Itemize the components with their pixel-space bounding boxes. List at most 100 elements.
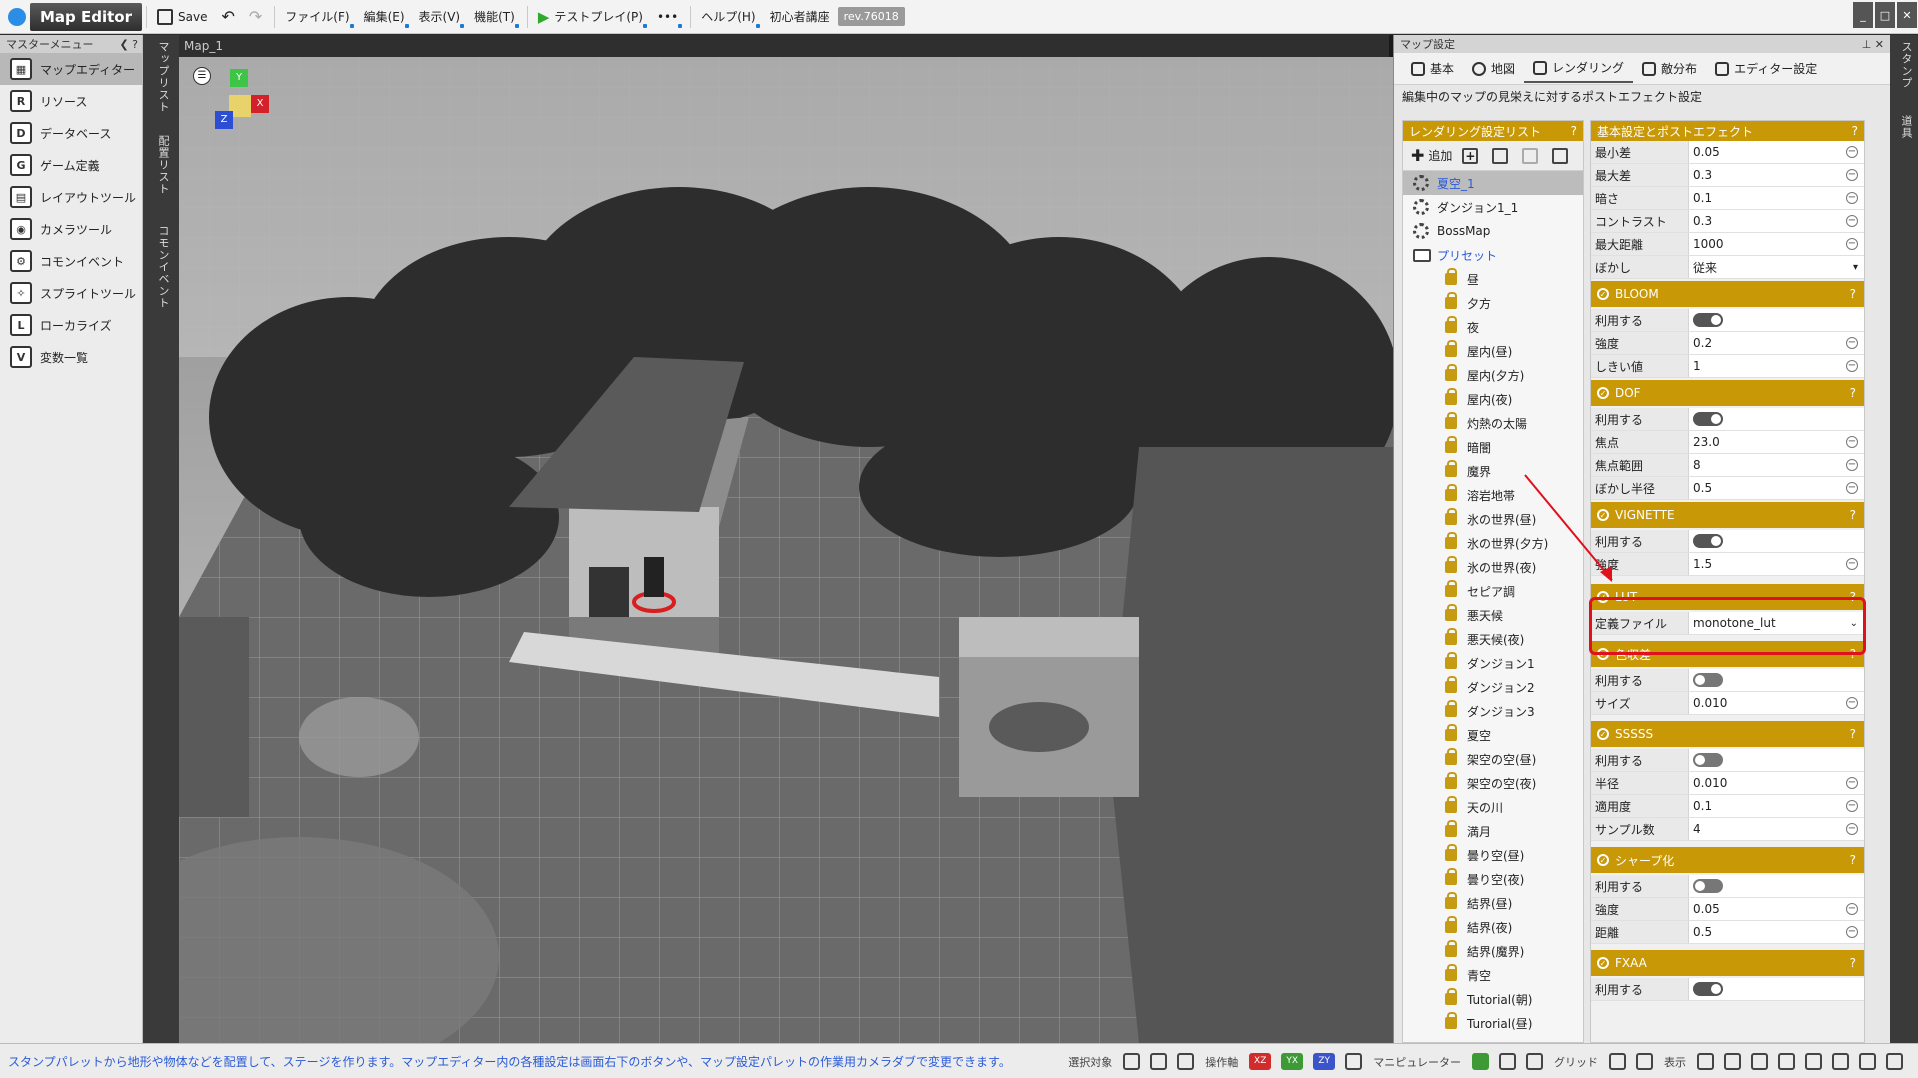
reset-icon[interactable]: − <box>1846 823 1858 835</box>
preset-item[interactable]: 暗闇 <box>1403 435 1583 459</box>
preset-item[interactable]: Turorial(昼) <box>1403 1011 1583 1035</box>
beginner-button[interactable]: 初心者講座 <box>764 4 836 30</box>
preset-item[interactable]: 悪天候(夜) <box>1403 627 1583 651</box>
preset-item[interactable]: 氷の世界(夜) <box>1403 555 1583 579</box>
preset-item[interactable]: 結界(昼) <box>1403 891 1583 915</box>
menu-item-camera-tool[interactable]: ◉ カメラツール <box>0 213 142 245</box>
display-grid-icon[interactable] <box>1697 1053 1714 1070</box>
help-icon[interactable]: ? <box>1850 647 1856 661</box>
preset-item[interactable]: 夜 <box>1403 315 1583 339</box>
prop-value[interactable]: 8 <box>1693 458 1701 472</box>
prop-dof-focus[interactable]: 焦点 23.0 − <box>1591 431 1864 454</box>
section-sharpen[interactable]: ✓ シャープ化? <box>1591 847 1864 873</box>
preset-item[interactable]: 屋内(夜) <box>1403 387 1583 411</box>
help-icon[interactable]: ? <box>1852 124 1858 138</box>
dof-toggle[interactable] <box>1693 412 1723 426</box>
new-item-button[interactable]: + <box>1462 145 1482 167</box>
preset-item[interactable]: 結界(魔界) <box>1403 939 1583 963</box>
prop-dof-radius[interactable]: ぼかし半径 0.5 − <box>1591 477 1864 500</box>
paste-button[interactable] <box>1522 145 1542 167</box>
help-icon[interactable]: ? <box>1850 853 1856 867</box>
menu-view[interactable]: 表示(V) <box>413 4 467 30</box>
preset-item[interactable]: 悪天候 <box>1403 603 1583 627</box>
prop-bloom-threshold[interactable]: しきい値 1 − <box>1591 355 1864 378</box>
prop-contrast[interactable]: コントラスト 0.3 − <box>1591 210 1864 233</box>
lut-file-select[interactable]: monotone_lut ⌄ <box>1693 616 1858 630</box>
section-chromatic-aberration[interactable]: ✓ 色収差? <box>1591 641 1864 667</box>
tab-editor-settings[interactable]: エディター設定 <box>1706 55 1826 83</box>
menu-file[interactable]: ファイル(F) <box>279 4 355 30</box>
axis-zy-button[interactable]: ZY <box>1313 1053 1336 1070</box>
preset-item[interactable]: 満月 <box>1403 819 1583 843</box>
preset-item[interactable]: 氷の世界(夕方) <box>1403 531 1583 555</box>
scene-view[interactable]: ☰ Y Z X <box>179 57 1393 1043</box>
list-item-natsuzora-1[interactable]: 夏空_1 <box>1403 171 1583 195</box>
menu-item-database[interactable]: D データベース <box>0 117 142 149</box>
prop-bloom-intensity[interactable]: 強度 0.2 − <box>1591 332 1864 355</box>
help-icon[interactable]: ? <box>1850 727 1856 741</box>
preset-item[interactable]: 屋内(夕方) <box>1403 363 1583 387</box>
more-button[interactable]: ••• <box>651 4 684 30</box>
close-button[interactable]: ✕ <box>1897 2 1917 28</box>
reset-icon[interactable]: − <box>1846 697 1858 709</box>
display-light-icon[interactable] <box>1751 1053 1768 1070</box>
preset-item[interactable]: セピア調 <box>1403 579 1583 603</box>
menu-item-variables[interactable]: V 変数一覧 <box>0 341 142 373</box>
section-bloom[interactable]: ✓ BLOOM? <box>1591 281 1864 307</box>
prop-value[interactable]: 1.5 <box>1693 557 1712 571</box>
bloom-toggle[interactable] <box>1693 313 1723 327</box>
help-icon[interactable]: ? <box>1850 386 1856 400</box>
dropdown-icon[interactable]: ▾ <box>1853 262 1858 273</box>
select-tile-icon[interactable] <box>1123 1053 1141 1070</box>
reset-icon[interactable]: − <box>1846 777 1858 789</box>
preset-item[interactable]: 氷の世界(昼) <box>1403 507 1583 531</box>
help-icon[interactable]: ? <box>1850 590 1856 604</box>
reset-icon[interactable]: − <box>1846 558 1858 570</box>
menu-item-localize[interactable]: L ローカライズ <box>0 309 142 341</box>
preset-item[interactable]: ダンジョン3 <box>1403 699 1583 723</box>
add-button[interactable]: ✚ 追加 <box>1411 145 1452 167</box>
preset-item[interactable]: 曇り空(昼) <box>1403 843 1583 867</box>
prop-value[interactable]: 従来 <box>1693 259 1717 276</box>
section-fxaa[interactable]: ✓ FXAA? <box>1591 950 1864 976</box>
preset-item[interactable]: ダンジョン1 <box>1403 651 1583 675</box>
gizmo-y-axis[interactable]: Y <box>230 69 248 87</box>
menu-item-resource[interactable]: R リソース <box>0 85 142 117</box>
preset-item[interactable]: 溶岩地帯 <box>1403 483 1583 507</box>
axis-xz-button[interactable]: XZ <box>1249 1053 1272 1070</box>
prop-value[interactable]: 23.0 <box>1693 435 1720 449</box>
prop-sharpen-enable[interactable]: 利用する <box>1591 875 1864 898</box>
reset-icon[interactable]: − <box>1846 800 1858 812</box>
preset-item[interactable]: 魔界 <box>1403 459 1583 483</box>
tab-stamp[interactable]: スタンプ <box>1894 41 1914 89</box>
prop-fxaa-enable[interactable]: 利用する <box>1591 978 1864 1001</box>
test-play-button[interactable]: ▶ テストプレイ(P) <box>532 4 649 30</box>
reset-icon[interactable]: − <box>1846 169 1858 181</box>
menu-edit[interactable]: 編集(E) <box>358 4 411 30</box>
display-effect-icon[interactable] <box>1778 1053 1795 1070</box>
section-sssss[interactable]: ✓ SSSSS? <box>1591 721 1864 747</box>
undo-button[interactable]: ↶ <box>215 4 240 30</box>
preset-item[interactable]: 結界(夜) <box>1403 915 1583 939</box>
reset-icon[interactable]: − <box>1846 360 1858 372</box>
prop-sharpen-intensity[interactable]: 強度 0.05 − <box>1591 898 1864 921</box>
menu-item-map-editor[interactable]: ▦ マップエディター <box>0 53 142 85</box>
axis-gizmo[interactable]: ☰ Y Z X <box>193 67 271 137</box>
scale-gizmo-icon[interactable] <box>1526 1053 1543 1070</box>
fxaa-toggle[interactable] <box>1693 982 1723 996</box>
prop-chroma-size[interactable]: サイズ 0.010 − <box>1591 692 1864 715</box>
prop-sharpen-distance[interactable]: 距離 0.5 − <box>1591 921 1864 944</box>
move-gizmo-icon[interactable] <box>1472 1053 1489 1070</box>
preset-item[interactable]: 灼熱の太陽 <box>1403 411 1583 435</box>
gizmo-menu-icon[interactable]: ☰ <box>193 67 211 85</box>
tab-tools[interactable]: 道具 <box>1894 115 1914 139</box>
help-icon[interactable]: ? <box>1850 956 1856 970</box>
vignette-toggle[interactable] <box>1693 534 1723 548</box>
prop-value[interactable]: 0.1 <box>1693 799 1712 813</box>
prop-min-diff[interactable]: 最小差 0.05 − <box>1591 141 1864 164</box>
section-lut[interactable]: ✓ LUT? <box>1591 584 1864 610</box>
menu-item-layout-tool[interactable]: ▤ レイアウトツール <box>0 181 142 213</box>
section-dof[interactable]: ✓ DOF? <box>1591 380 1864 406</box>
prop-ssss-amount[interactable]: 適用度 0.1 − <box>1591 795 1864 818</box>
reset-icon[interactable]: − <box>1846 238 1858 250</box>
